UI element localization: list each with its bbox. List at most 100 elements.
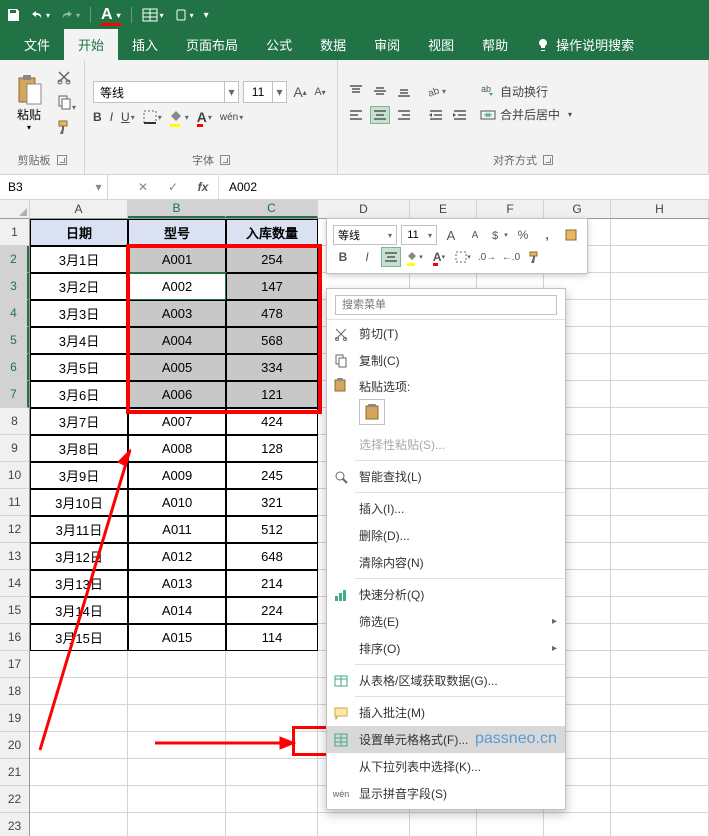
align-right-button[interactable] — [394, 106, 414, 124]
row-header[interactable]: 12 — [0, 516, 29, 543]
cell[interactable] — [226, 786, 318, 813]
cell[interactable] — [544, 813, 611, 836]
bold-button[interactable]: B — [93, 110, 102, 124]
cell[interactable] — [226, 705, 318, 732]
decrease-indent-button[interactable] — [426, 106, 446, 124]
cell[interactable]: 478 — [226, 300, 318, 327]
cell[interactable]: 3月9日 — [30, 462, 128, 489]
phonetic-button[interactable]: wén▾ — [220, 112, 243, 123]
cell[interactable] — [128, 732, 226, 759]
row-header[interactable]: 15 — [0, 597, 29, 624]
cell[interactable] — [611, 624, 709, 651]
mini-format-painter[interactable] — [525, 247, 545, 267]
cell[interactable] — [128, 759, 226, 786]
paste-button[interactable]: 粘贴 ▾ — [8, 64, 50, 142]
cell[interactable] — [611, 246, 709, 273]
align-top-button[interactable] — [346, 82, 366, 100]
row-header[interactable]: 6 — [0, 354, 29, 381]
enter-formula-icon[interactable]: ✓ — [158, 180, 188, 194]
cell[interactable] — [611, 381, 709, 408]
menu-smart-lookup[interactable]: 智能查找(L) — [327, 463, 565, 490]
paste-option-default[interactable] — [359, 399, 385, 425]
align-left-button[interactable] — [346, 106, 366, 124]
font-name-combo[interactable]: ▾ — [93, 81, 239, 103]
tab-layout[interactable]: 页面布局 — [172, 29, 252, 60]
cell[interactable] — [611, 705, 709, 732]
name-box-dropdown[interactable]: ▾ — [90, 180, 107, 194]
cell[interactable] — [611, 759, 709, 786]
cell[interactable]: A007 — [128, 408, 226, 435]
cell[interactable] — [611, 543, 709, 570]
tab-help[interactable]: 帮助 — [468, 29, 522, 60]
cell[interactable]: 334 — [226, 354, 318, 381]
cell[interactable] — [611, 651, 709, 678]
cancel-formula-icon[interactable]: ✕ — [128, 180, 158, 194]
cell[interactable]: A009 — [128, 462, 226, 489]
cell[interactable]: 3月15日 — [30, 624, 128, 651]
cell[interactable] — [410, 813, 477, 836]
cell[interactable]: A012 — [128, 543, 226, 570]
row-header[interactable]: 11 — [0, 489, 29, 516]
row-header[interactable]: 10 — [0, 462, 29, 489]
mini-conditional-format[interactable] — [561, 225, 581, 245]
cell[interactable]: 3月8日 — [30, 435, 128, 462]
cell[interactable]: 3月5日 — [30, 354, 128, 381]
menu-delete[interactable]: 删除(D)... — [327, 522, 565, 549]
cell[interactable]: 114 — [226, 624, 318, 651]
cell[interactable]: 214 — [226, 570, 318, 597]
cell[interactable] — [611, 327, 709, 354]
formula-input[interactable] — [219, 175, 709, 199]
cell[interactable]: 3月1日 — [30, 246, 128, 273]
row-header[interactable]: 9 — [0, 435, 29, 462]
row-header[interactable]: 22 — [0, 786, 29, 813]
cell[interactable]: A004 — [128, 327, 226, 354]
mini-align-center[interactable] — [381, 247, 401, 267]
cell[interactable] — [30, 651, 128, 678]
orientation-button[interactable]: ab▾ — [426, 82, 446, 100]
row-header[interactable]: 14 — [0, 570, 29, 597]
tab-data[interactable]: 数据 — [306, 29, 360, 60]
mini-fill-color[interactable]: ▾ — [405, 247, 425, 267]
cell[interactable]: 3月10日 — [30, 489, 128, 516]
cell[interactable] — [477, 813, 544, 836]
column-header[interactable]: G — [544, 200, 611, 218]
cell[interactable]: 224 — [226, 597, 318, 624]
cell[interactable]: A008 — [128, 435, 226, 462]
border-button[interactable]: ▾ — [143, 110, 162, 124]
font-launcher[interactable] — [220, 155, 230, 165]
cell[interactable]: 日期 — [30, 219, 128, 246]
cell[interactable]: 424 — [226, 408, 318, 435]
menu-show-phonetic[interactable]: wén显示拼音字段(S) — [327, 780, 565, 807]
cell[interactable] — [611, 408, 709, 435]
align-middle-button[interactable] — [370, 82, 390, 100]
menu-copy[interactable]: 复制(C) — [327, 347, 565, 374]
cell[interactable] — [611, 516, 709, 543]
qat-customize-icon[interactable]: ▾ — [204, 10, 209, 21]
menu-cut[interactable]: 剪切(T) — [327, 320, 565, 347]
shrink-font-button[interactable]: A▾ — [311, 83, 329, 101]
clipboard-launcher[interactable] — [57, 155, 67, 165]
column-header[interactable]: A — [30, 200, 128, 218]
cut-icon[interactable] — [56, 69, 76, 88]
cell[interactable]: 3月14日 — [30, 597, 128, 624]
cell[interactable]: A011 — [128, 516, 226, 543]
cell[interactable]: 128 — [226, 435, 318, 462]
cell[interactable] — [611, 435, 709, 462]
cell[interactable]: A014 — [128, 597, 226, 624]
cell[interactable]: 3月2日 — [30, 273, 128, 300]
tab-tell-me[interactable]: 操作说明搜索 — [522, 29, 648, 60]
row-header[interactable]: 17 — [0, 651, 29, 678]
alignment-launcher[interactable] — [543, 155, 553, 165]
cell[interactable]: A005 — [128, 354, 226, 381]
save-icon[interactable] — [6, 8, 20, 22]
font-size-combo[interactable]: ▾ — [243, 81, 287, 103]
tab-review[interactable]: 审阅 — [360, 29, 414, 60]
column-header[interactable]: H — [611, 200, 709, 218]
cell[interactable] — [30, 759, 128, 786]
menu-filter[interactable]: 筛选(E)▸ — [327, 608, 565, 635]
row-header[interactable]: 16 — [0, 624, 29, 651]
cell[interactable] — [611, 354, 709, 381]
cell[interactable]: 3月12日 — [30, 543, 128, 570]
menu-quick-analysis[interactable]: 快速分析(Q) — [327, 581, 565, 608]
mini-percent-format[interactable]: % — [513, 225, 533, 245]
